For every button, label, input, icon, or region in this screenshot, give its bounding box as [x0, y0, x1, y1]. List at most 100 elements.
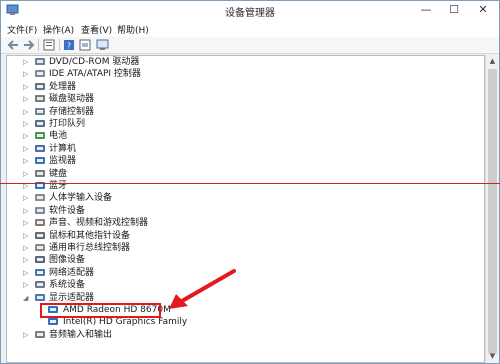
expand-arrow-icon[interactable]: ▷ [23, 69, 31, 79]
audio-io-icon [35, 330, 45, 338]
hid-icon [35, 194, 45, 202]
tree-item[interactable]: ▷ 图像设备 [7, 254, 477, 266]
properties-icon[interactable] [43, 39, 56, 51]
tree-item[interactable]: ▷ IDE ATA/ATAPI 控制器 [7, 68, 477, 80]
annotation-arrow-icon [169, 269, 236, 309]
tree-item-label: 处理器 [49, 81, 77, 92]
processor-icon [35, 82, 45, 90]
tree-child-item[interactable]: Intel(R) HD Graphics Family [7, 316, 477, 328]
scroll-thumb[interactable] [488, 69, 497, 354]
tree-item[interactable]: ▷ 键盘 [7, 168, 477, 180]
disk-drive-icon [35, 95, 45, 103]
tree-item[interactable]: ▷ 通用串行总线控制器 [7, 242, 477, 254]
tree-item-label: IDE ATA/ATAPI 控制器 [49, 69, 141, 80]
tree-item-label: Intel(R) HD Graphics Family [63, 317, 188, 328]
expand-arrow-icon[interactable]: ▷ [23, 255, 31, 265]
help-icon[interactable]: ? [63, 39, 76, 51]
tree-item-label: 监视器 [49, 156, 77, 167]
tree-item[interactable]: ▷ 系统设备 [7, 279, 477, 291]
tree-item[interactable]: ▷ 鼠标和其他指针设备 [7, 230, 477, 242]
tree-item[interactable]: ▷ 打印队列 [7, 118, 477, 130]
svg-text:?: ? [67, 42, 71, 51]
tree-item[interactable]: ▷ DVD/CD-ROM 驱动器 [7, 56, 477, 68]
tree-item-label: 存储控制器 [49, 106, 95, 117]
tree-item[interactable]: ▷ 处理器 [7, 81, 477, 93]
back-icon[interactable] [7, 39, 20, 51]
toolbar: ? [1, 37, 499, 54]
title-bar[interactable]: 设备管理器 — ☐ ✕ [1, 1, 499, 21]
expand-arrow-icon[interactable]: ▷ [23, 82, 31, 92]
tree-item[interactable]: ▷ 声音、视频和游戏控制器 [7, 217, 477, 229]
maximize-button[interactable]: ☐ [441, 1, 467, 19]
tree-item[interactable]: ▷ 计算机 [7, 143, 477, 155]
monitor-icon[interactable] [96, 39, 109, 51]
tree-item[interactable]: ▷ 音频输入和输出 [7, 329, 477, 341]
vertical-scrollbar[interactable]: ▲ ▼ [485, 55, 498, 363]
tree-item-label: DVD/CD-ROM 驱动器 [49, 57, 140, 67]
tree-item-label: 打印队列 [49, 119, 86, 129]
scroll-up-button[interactable]: ▲ [487, 56, 498, 67]
expand-arrow-icon[interactable]: ▷ [23, 169, 31, 179]
expand-arrow-icon[interactable]: ▷ [23, 57, 31, 67]
tree-item-label: 音频输入和输出 [49, 329, 113, 340]
software-device-icon [35, 206, 45, 214]
system-device-icon [35, 281, 45, 289]
keyboard-icon [35, 169, 45, 177]
mouse-icon [35, 231, 45, 239]
menu-help[interactable]: 帮助(H) [117, 23, 149, 36]
menu-file[interactable]: 文件(F) [7, 23, 37, 36]
tree-item[interactable]: ◢ 显示适配器 [7, 292, 477, 304]
close-button[interactable]: ✕ [467, 1, 499, 19]
scroll-down-button[interactable]: ▼ [487, 351, 498, 362]
tree-item[interactable]: ▷ 蓝牙 [7, 180, 477, 192]
expand-arrow-icon[interactable]: ▷ [23, 206, 31, 216]
expand-arrow-icon[interactable]: ▷ [23, 156, 31, 166]
menu-view[interactable]: 查看(V) [81, 23, 112, 36]
tree-item[interactable]: ▷ 存储控制器 [7, 106, 477, 118]
tree-item-label: 计算机 [49, 143, 77, 154]
expand-arrow-icon[interactable]: ▷ [23, 268, 31, 278]
network-adapter-icon [35, 268, 45, 276]
expand-arrow-icon[interactable]: ▷ [23, 231, 31, 241]
dvd-drive-icon [35, 58, 45, 65]
sound-icon [35, 219, 45, 227]
toolbar-separator [38, 39, 39, 51]
tree-item[interactable]: ▷ 网络适配器 [7, 267, 477, 279]
expand-arrow-icon[interactable]: ▷ [23, 218, 31, 228]
display-card-icon [48, 318, 58, 326]
expand-arrow-icon[interactable]: ▷ [23, 131, 31, 141]
computer-icon [35, 144, 45, 152]
tree-item[interactable]: ▷ 软件设备 [7, 205, 477, 217]
view-icon[interactable] [79, 39, 92, 51]
collapse-arrow-icon[interactable]: ◢ [23, 293, 31, 303]
tree-item[interactable]: ▷ 电池 [7, 130, 477, 142]
expand-arrow-icon[interactable]: ▷ [23, 280, 31, 290]
printer-icon [35, 120, 45, 127]
expand-arrow-icon[interactable]: ▷ [23, 119, 31, 129]
forward-icon[interactable] [22, 39, 35, 51]
toolbar-separator [59, 39, 60, 51]
tree-item-label: 网络适配器 [49, 267, 95, 278]
tree-item[interactable]: ▷ 监视器 [7, 155, 477, 167]
menu-bar: 文件(F) 操作(A) 查看(V) 帮助(H) [1, 21, 499, 37]
expand-arrow-icon[interactable]: ▷ [23, 243, 31, 253]
tree-item[interactable]: ▷ 磁盘驱动器 [7, 93, 477, 105]
menu-action[interactable]: 操作(A) [43, 23, 74, 36]
expand-arrow-icon[interactable]: ▷ [23, 144, 31, 154]
expand-arrow-icon[interactable]: ▷ [23, 94, 31, 104]
tree-item[interactable]: ▷ 人体学输入设备 [7, 192, 477, 204]
usb-icon [35, 244, 45, 251]
tree-item-label: 系统设备 [49, 280, 86, 291]
annotation-highlight-box [40, 303, 161, 318]
expand-arrow-icon[interactable]: ▷ [23, 193, 31, 203]
tree-item-label: 图像设备 [49, 255, 86, 266]
tree-item-label: 电池 [49, 131, 68, 142]
display-adapter-icon [35, 293, 45, 301]
expand-arrow-icon[interactable]: ▷ [23, 107, 31, 117]
minimize-button[interactable]: — [413, 1, 439, 19]
expand-arrow-icon[interactable]: ▷ [23, 330, 31, 340]
tree-item-label: 磁盘驱动器 [49, 94, 95, 105]
tree-item-label: 键盘 [49, 168, 68, 179]
camera-icon [35, 256, 45, 264]
monitor-icon [35, 157, 45, 165]
